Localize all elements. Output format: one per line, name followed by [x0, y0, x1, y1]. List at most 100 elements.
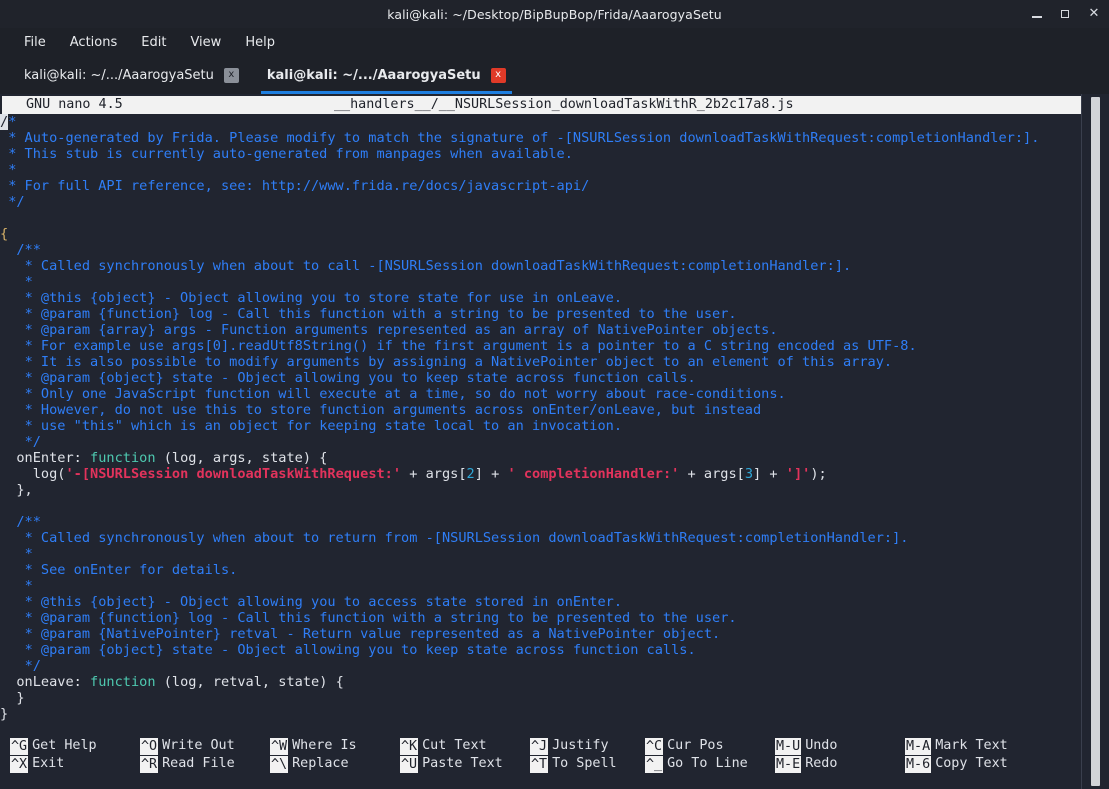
code-token: */ [24, 658, 41, 674]
code-token: + args[ [679, 466, 745, 482]
terminal-tab-2[interactable]: kali@kali: ~/.../AaarogyaSetu x [253, 56, 520, 94]
tab-close-icon[interactable]: x [490, 67, 506, 83]
minimize-icon[interactable] [1031, 7, 1045, 21]
shortcut-mark-text[interactable]: M-A Mark Text [905, 737, 1008, 755]
nano-filename-label: __handlers__/__NSURLSession_downloadTask… [334, 97, 794, 112]
code-line: * It is also possible to modify argument… [0, 354, 1082, 370]
code-token: * This stub is currently auto-generated … [8, 146, 573, 162]
menu-item-help[interactable]: Help [235, 32, 285, 53]
code-line: } [0, 706, 1082, 722]
code-token: '-[NSURLSession downloadTaskWithRequest:… [65, 466, 402, 482]
menubar: File Actions Edit View Help [0, 28, 1109, 56]
code-token: * [24, 274, 33, 290]
code-line: /* [0, 114, 1082, 130]
shortcut-key: ^J [530, 737, 549, 755]
code-token: * [8, 114, 17, 130]
shortcut-undo[interactable]: M-U Undo [775, 737, 837, 755]
code-token: * However, do not use this to store func… [24, 402, 762, 418]
shortcut-label: Cut Text [422, 738, 487, 753]
code-line: } [0, 690, 1082, 706]
code-token: * use "this" which is an object for keep… [24, 418, 623, 434]
shortcut-redo[interactable]: M-E Redo [775, 755, 837, 773]
code-token: * For full API reference, see: http://ww… [8, 178, 590, 194]
shortcut-row-1: ^G Get Help ^O Write Out ^W Where Is ^K Cut Tex… [0, 737, 1082, 755]
terminal-content[interactable]: GNU nano 4.5 __handlers__/__NSURLSession… [0, 94, 1109, 789]
code-token: } [0, 706, 9, 722]
code-line: { [0, 226, 1082, 242]
code-line: * See onEnter for details. [0, 562, 1082, 578]
code-token: ); [810, 466, 827, 482]
shortcut-key: ^T [530, 755, 549, 773]
terminal-tab-1[interactable]: kali@kali: ~/.../AaarogyaSetu x [10, 56, 253, 94]
close-icon[interactable]: ✕ [1087, 7, 1101, 21]
code-token: ] + [474, 466, 508, 482]
menu-item-view[interactable]: View [180, 32, 231, 53]
shortcut-paste-text[interactable]: ^U Paste Text [400, 755, 503, 773]
code-line: */ [0, 434, 1082, 450]
code-line: * use "this" which is an object for keep… [0, 418, 1082, 434]
code-token: + args[ [401, 466, 467, 482]
shortcut-cut-text[interactable]: ^K Cut Text [400, 737, 487, 755]
shortcut-label: Read File [162, 756, 235, 771]
code-line: * [0, 162, 1082, 178]
shortcut-exit[interactable]: ^X Exit [10, 755, 64, 773]
shortcut-label: Go To Line [667, 756, 748, 771]
code-line: * @param {function} log - Call this func… [0, 306, 1082, 322]
code-token: * See onEnter for details. [24, 562, 238, 578]
code-token: * @this {object} - Object allowing you t… [24, 594, 623, 610]
shortcut-key: ^X [10, 755, 29, 773]
code-line: /** [0, 514, 1082, 530]
code-line: * @this {object} - Object allowing you t… [0, 290, 1082, 306]
code-token: * @this {object} - Object allowing you t… [24, 290, 623, 306]
shortcut-to-spell[interactable]: ^T To Spell [530, 755, 617, 773]
code-line: * Auto-generated by Frida. Please modify… [0, 130, 1082, 146]
shortcut-write-out[interactable]: ^O Write Out [140, 737, 235, 755]
code-token: { [0, 226, 9, 242]
terminal-window: kali@kali: ~/Desktop/BipBupBop/Frida/Aaa… [0, 0, 1109, 789]
shortcut-label: Get Help [32, 738, 97, 753]
code-line: * [0, 546, 1082, 562]
menu-item-actions[interactable]: Actions [60, 32, 128, 53]
shortcut-key: ^G [10, 737, 29, 755]
code-line: log('-[NSURLSession downloadTaskWithRequ… [0, 466, 1082, 482]
code-line: */ [0, 194, 1082, 210]
shortcut-key: ^C [645, 737, 664, 755]
code-token: * Called synchronously when about to cal… [24, 258, 852, 274]
shortcut-copy-text[interactable]: M-6 Copy Text [905, 755, 1008, 773]
shortcut-key: M-U [775, 737, 802, 755]
shortcut-where-is[interactable]: ^W Where Is [270, 737, 357, 755]
shortcut-replace[interactable]: ^\ Replace [270, 755, 349, 773]
maximize-icon[interactable] [1059, 7, 1073, 21]
shortcut-cur-pos[interactable]: ^C Cur Pos [645, 737, 724, 755]
code-line: onEnter: function (log, args, state) { [0, 450, 1082, 466]
code-token: */ [8, 194, 25, 210]
terminal-scrollbar[interactable] [1081, 94, 1109, 789]
shortcut-go-to-line[interactable]: ^_ Go To Line [645, 755, 748, 773]
code-token: (log, retval, state) { [155, 674, 344, 690]
shortcut-key: M-A [905, 737, 932, 755]
menu-item-file[interactable]: File [14, 32, 56, 53]
code-token: * Called synchronously when about to ret… [24, 530, 909, 546]
nano-editor-text[interactable]: /* * Auto-generated by Frida. Please mod… [0, 114, 1082, 731]
shortcut-get-help[interactable]: ^G Get Help [10, 737, 97, 755]
shortcut-justify[interactable]: ^J Justify [530, 737, 609, 755]
shortcut-row-2: ^X Exit ^R Read File ^\ Replace ^U Paste Text ^T… [0, 755, 1082, 773]
window-title: kali@kali: ~/Desktop/BipBupBop/Frida/Aaa… [387, 6, 722, 22]
menu-item-edit[interactable]: Edit [131, 32, 176, 53]
shortcut-read-file[interactable]: ^R Read File [140, 755, 235, 773]
code-token: * @param {object} state - Object allowin… [24, 370, 696, 386]
shortcut-label: Write Out [162, 738, 235, 753]
code-line: * Only one JavaScript function will exec… [0, 386, 1082, 402]
shortcut-label: Justify [552, 738, 609, 753]
shortcut-key: M-E [775, 755, 802, 773]
code-token: 3 [744, 466, 754, 482]
code-token: ' completionHandler:' [507, 466, 680, 482]
code-token: ] + [753, 466, 786, 482]
nano-shortcut-bar: ^G Get Help ^O Write Out ^W Where Is ^K Cut Tex… [0, 731, 1082, 789]
tab-close-icon[interactable]: x [223, 67, 239, 83]
code-token: function [90, 674, 156, 690]
scrollbar-thumb[interactable] [1091, 97, 1100, 786]
code-token: / [0, 114, 9, 130]
